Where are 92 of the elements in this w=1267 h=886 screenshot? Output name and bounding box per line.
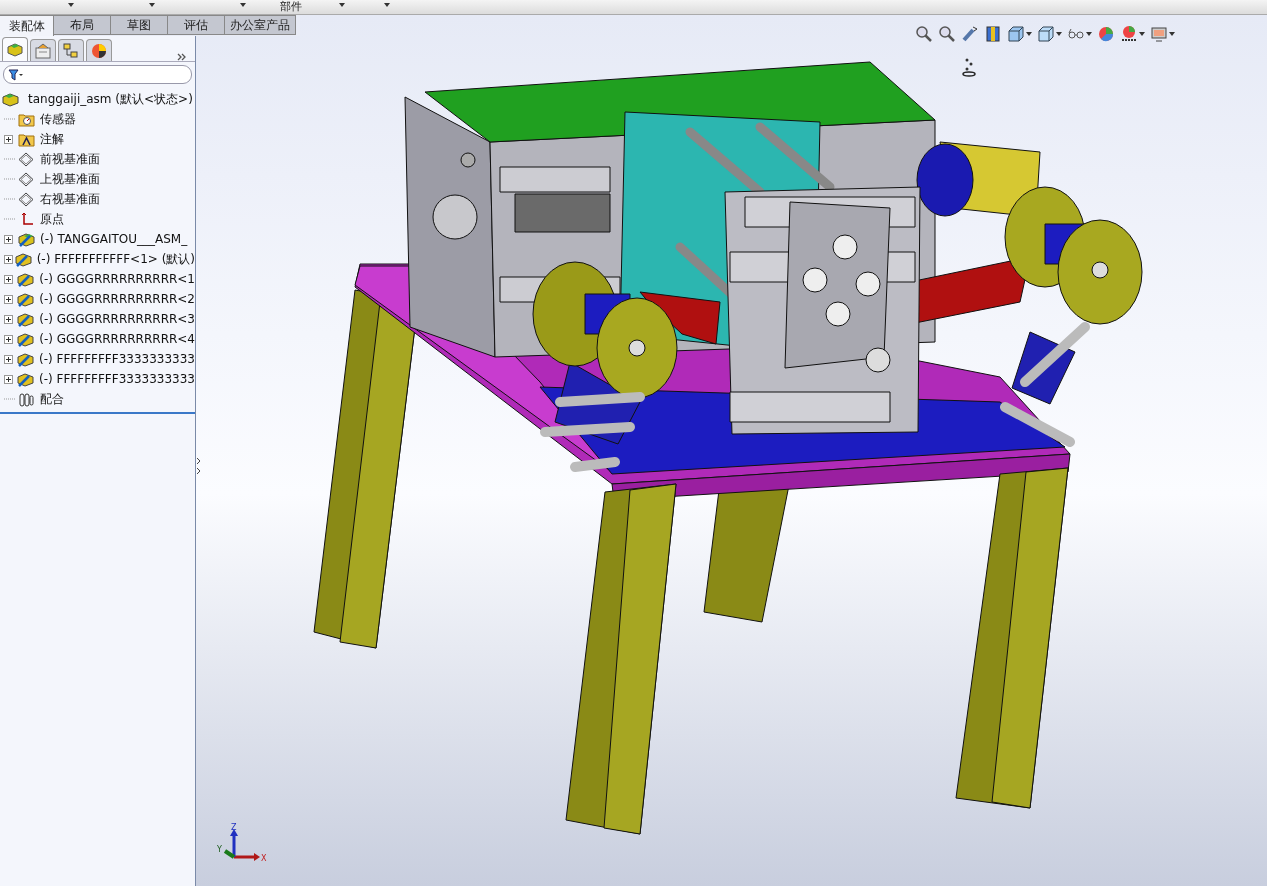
configuration-manager-tab[interactable] — [58, 39, 84, 61]
filter-icon — [8, 68, 24, 81]
display-style-icon — [1037, 25, 1055, 43]
tree-item-label[interactable]: 传感器 — [40, 111, 76, 127]
sensor-folder-icon — [18, 111, 35, 127]
rotate-cursor-icon — [961, 57, 977, 77]
expand-icon[interactable] — [4, 294, 13, 304]
assembly-icon — [6, 41, 24, 58]
tree-item-label[interactable]: 上视基准面 — [40, 171, 100, 187]
expand-icon[interactable] — [4, 134, 13, 144]
caret-icon — [1056, 32, 1062, 36]
tree-item-label[interactable]: 右视基准面 — [40, 191, 100, 207]
tree-item-label[interactable]: (-) TANGGAITOU___ASM_ — [40, 231, 188, 247]
caret-icon[interactable] — [339, 3, 345, 7]
wand-icon — [961, 25, 979, 43]
color-wheel-icon — [90, 42, 108, 59]
expand-chevron-icon[interactable] — [177, 53, 187, 61]
tree-item-label[interactable]: 注解 — [40, 131, 64, 147]
plane-icon — [18, 151, 35, 167]
caret-icon — [1139, 32, 1145, 36]
expand-icon[interactable] — [4, 234, 13, 244]
tree-item-label[interactable]: tanggaiji_asm (默认<状态>) — [28, 91, 193, 107]
property-manager-tab[interactable] — [30, 39, 56, 61]
wand-button[interactable] — [960, 25, 980, 43]
expand-icon[interactable] — [4, 334, 13, 344]
zoom-to-fit-icon — [915, 25, 933, 43]
part-icon — [17, 271, 35, 287]
plane-icon — [18, 191, 35, 207]
assembly-icon — [2, 91, 19, 107]
appearance-button[interactable] — [1096, 25, 1116, 43]
caret-icon[interactable] — [68, 3, 74, 7]
x-axis-arrow — [234, 853, 260, 861]
expand-icon[interactable] — [4, 354, 13, 364]
view-orientation-icon — [1007, 25, 1025, 43]
command-tab[interactable]: 布局 — [54, 15, 111, 35]
tree-item-label[interactable]: (-) GGGGRRRRRRRRRR<2 — [39, 291, 195, 307]
appearance-icon — [1097, 25, 1115, 43]
part-icon — [17, 351, 34, 367]
z-axis-arrow — [230, 829, 238, 857]
part-icon — [17, 291, 35, 307]
y-axis-label: Y — [217, 845, 222, 854]
panel-splitter-handle[interactable] — [196, 455, 201, 477]
caret-icon[interactable] — [149, 3, 155, 7]
subassembly-icon — [18, 231, 35, 247]
annotation-folder-icon — [18, 131, 35, 147]
caret-icon — [1169, 32, 1175, 36]
tree-item-label[interactable]: 原点 — [40, 211, 64, 227]
mates-icon — [18, 391, 35, 407]
command-tab[interactable]: 办公室产品 — [225, 15, 296, 35]
caret-icon[interactable] — [240, 3, 246, 7]
section-view-icon — [984, 25, 1002, 43]
monitor-icon — [1150, 25, 1168, 43]
command-group-label[interactable]: 部件 — [280, 0, 302, 13]
display-style-button[interactable] — [1036, 25, 1063, 43]
part-icon — [17, 331, 35, 347]
scene-icon — [1120, 25, 1138, 43]
command-tab[interactable]: 装配体 — [0, 15, 54, 36]
plane-icon — [18, 171, 35, 187]
part-icon — [17, 371, 34, 387]
z-axis-label: Z — [231, 823, 237, 832]
feature-tree-tab[interactable] — [2, 37, 28, 61]
display-manager-tab[interactable] — [86, 39, 112, 61]
zoom-to-area-button[interactable] — [937, 25, 957, 43]
tree-item-label[interactable]: (-) FFFFFFFFF3333333333 — [39, 351, 195, 367]
command-tab[interactable]: 草图 — [111, 15, 168, 35]
configuration-icon — [62, 42, 80, 59]
caret-icon — [1086, 32, 1092, 36]
filter-field[interactable] — [3, 65, 192, 84]
zoom-to-fit-button[interactable] — [914, 25, 934, 43]
expand-icon[interactable] — [4, 374, 13, 384]
expand-icon[interactable] — [4, 254, 13, 264]
property-sheet-icon — [34, 42, 52, 59]
zoom-to-area-icon — [938, 25, 956, 43]
expand-icon[interactable] — [4, 274, 13, 284]
tree-item-label[interactable]: 前视基准面 — [40, 151, 100, 167]
tree-item-label[interactable]: 配合 — [40, 391, 64, 407]
x-axis-label: X — [261, 854, 267, 863]
monitor-button[interactable] — [1149, 25, 1176, 43]
caret-icon[interactable] — [384, 3, 390, 7]
tree-item-label[interactable]: (-) GGGGRRRRRRRRRR<4 — [39, 331, 195, 347]
tree-item-label[interactable]: (-) GGGGRRRRRRRRRR<1 — [39, 271, 195, 287]
tree-item-label[interactable]: (-) FFFFFFFFFFF<1> (默认) — [36, 251, 195, 267]
tree-item-label[interactable]: (-) GGGGRRRRRRRRRR<3 — [39, 311, 195, 327]
expand-icon[interactable] — [4, 314, 13, 324]
section-view-button[interactable] — [983, 25, 1003, 43]
tree-item-label[interactable]: (-) FFFFFFFFF3333333333 — [39, 371, 195, 387]
scene-button[interactable] — [1119, 25, 1146, 43]
part-icon — [14, 251, 32, 267]
command-tab[interactable]: 评估 — [168, 15, 225, 35]
part-icon — [17, 311, 35, 327]
view-orientation-button[interactable] — [1006, 25, 1033, 43]
caret-icon — [1026, 32, 1032, 36]
